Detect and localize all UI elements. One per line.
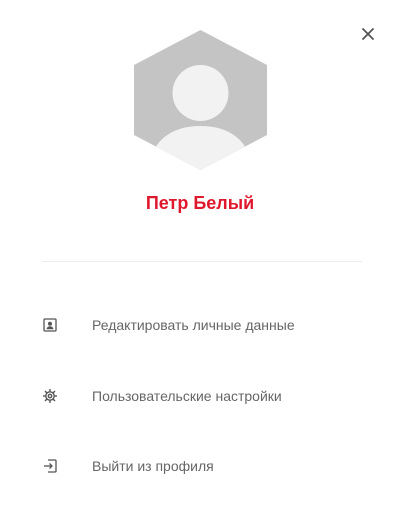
menu-item-label: Выйти из профиля [92, 458, 214, 474]
close-icon[interactable] [361, 27, 375, 41]
divider [42, 261, 362, 262]
close-button[interactable] [358, 24, 378, 44]
profile-panel: Петр Белый Редактировать личные данные П… [0, 0, 400, 526]
user-name: Петр Белый [145, 193, 255, 213]
id-card-icon [42, 317, 58, 333]
menu-item-label: Редактировать личные данные [92, 317, 295, 333]
gear-icon [42, 388, 58, 404]
menu-item-edit-personal-data[interactable]: Редактировать личные данные [0, 305, 400, 345]
logout-icon [42, 458, 58, 474]
user-avatar-placeholder-icon [134, 30, 267, 170]
menu-item-label: Пользовательские настройки [92, 388, 282, 404]
menu-item-logout[interactable]: Выйти из профиля [0, 446, 400, 486]
menu-item-user-settings[interactable]: Пользовательские настройки [0, 376, 400, 416]
avatar [134, 30, 267, 170]
